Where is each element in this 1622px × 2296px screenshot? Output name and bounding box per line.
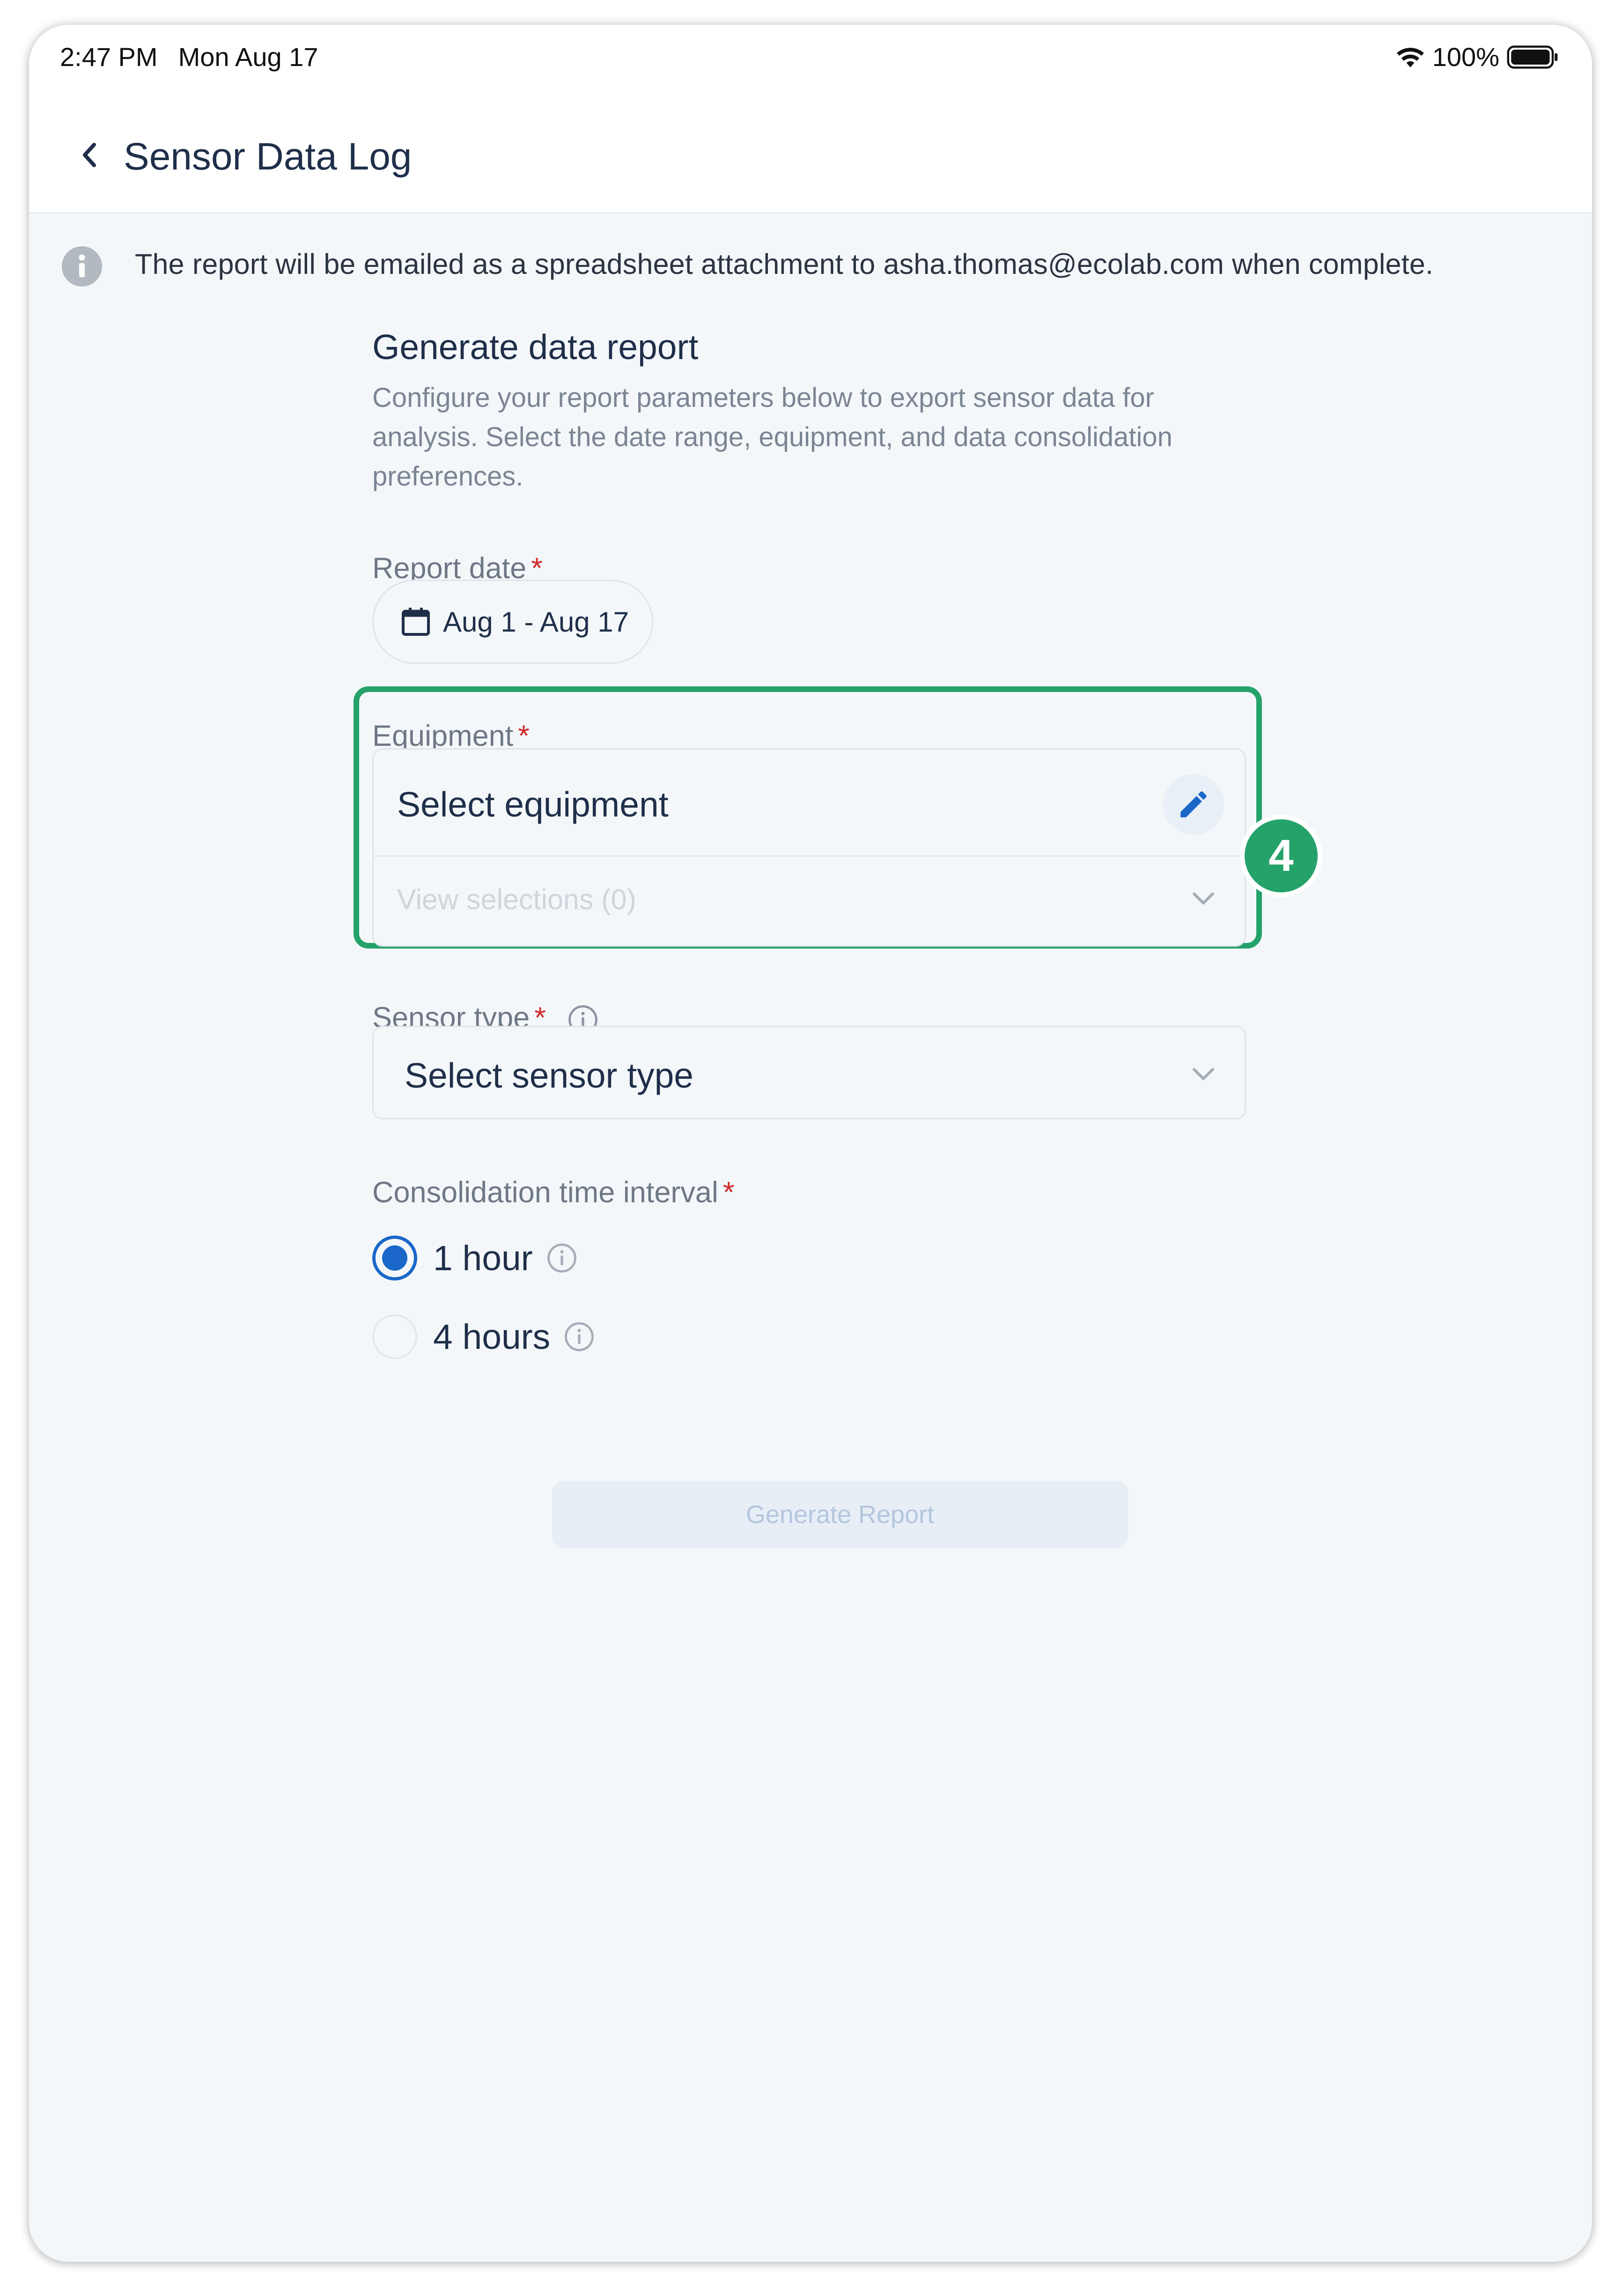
interval-option-label: 1 hour: [433, 1238, 533, 1278]
edit-equipment-button[interactable]: [1163, 774, 1224, 835]
equipment-value: Select equipment: [397, 785, 669, 824]
status-date: Mon Aug 17: [178, 42, 318, 72]
equipment-field: Select equipment View selections (0): [372, 748, 1246, 947]
banner-text: The report will be emailed as a spreadsh…: [135, 248, 1434, 280]
back-button[interactable]: [68, 134, 111, 176]
wifi-icon: [1396, 47, 1424, 67]
interval-option-4-hours[interactable]: 4 hours: [372, 1311, 596, 1362]
interval-info-icon[interactable]: [545, 1241, 579, 1275]
pencil-icon: [1180, 791, 1207, 817]
step-number-badge: 4: [1240, 815, 1322, 897]
battery-percentage: 100%: [1432, 42, 1499, 72]
date-range-picker[interactable]: Aug 1 - Aug 17: [372, 580, 653, 664]
form-title: Generate data report: [372, 327, 699, 367]
info-icon: [62, 246, 102, 287]
status-time: 2:47 PM: [60, 42, 158, 72]
required-asterisk: *: [723, 1176, 735, 1209]
consolidation-interval-label: Consolidation time interval *: [372, 1176, 735, 1209]
radio-button-selected[interactable]: [372, 1236, 417, 1280]
view-selections-label: View selections (0): [397, 883, 636, 915]
date-range-value: Aug 1 - Aug 17: [443, 606, 629, 638]
radio-button-unselected[interactable]: [372, 1314, 417, 1359]
page-title: Sensor Data Log: [124, 135, 412, 178]
info-banner: The report will be emailed as a spreadsh…: [29, 212, 1592, 324]
required-asterisk: *: [518, 720, 530, 752]
navigation-bar: Sensor Data Log: [29, 90, 1592, 213]
interval-info-icon[interactable]: [562, 1320, 596, 1354]
battery-icon: [1507, 45, 1558, 69]
chevron-down-icon: [1193, 892, 1214, 905]
status-bar: 2:47 PM Mon Aug 17 100%: [29, 25, 1592, 90]
generate-report-button[interactable]: Generate Report: [552, 1481, 1128, 1548]
view-selections-toggle[interactable]: View selections (0): [374, 855, 1245, 947]
calendar-icon: [402, 608, 430, 636]
interval-option-label: 4 hours: [433, 1317, 551, 1356]
form-description: Configure your report parameters below t…: [372, 383, 1172, 492]
sensor-type-value: Select sensor type: [405, 1056, 693, 1095]
device-frame: 2:47 PM Mon Aug 17 100% Sensor Data Log: [29, 25, 1592, 2262]
interval-option-1-hour[interactable]: 1 hour: [372, 1232, 579, 1284]
chevron-down-icon: [1193, 1068, 1214, 1080]
chevron-left-icon: [83, 143, 96, 167]
sensor-type-select[interactable]: Select sensor type: [372, 1026, 1246, 1119]
